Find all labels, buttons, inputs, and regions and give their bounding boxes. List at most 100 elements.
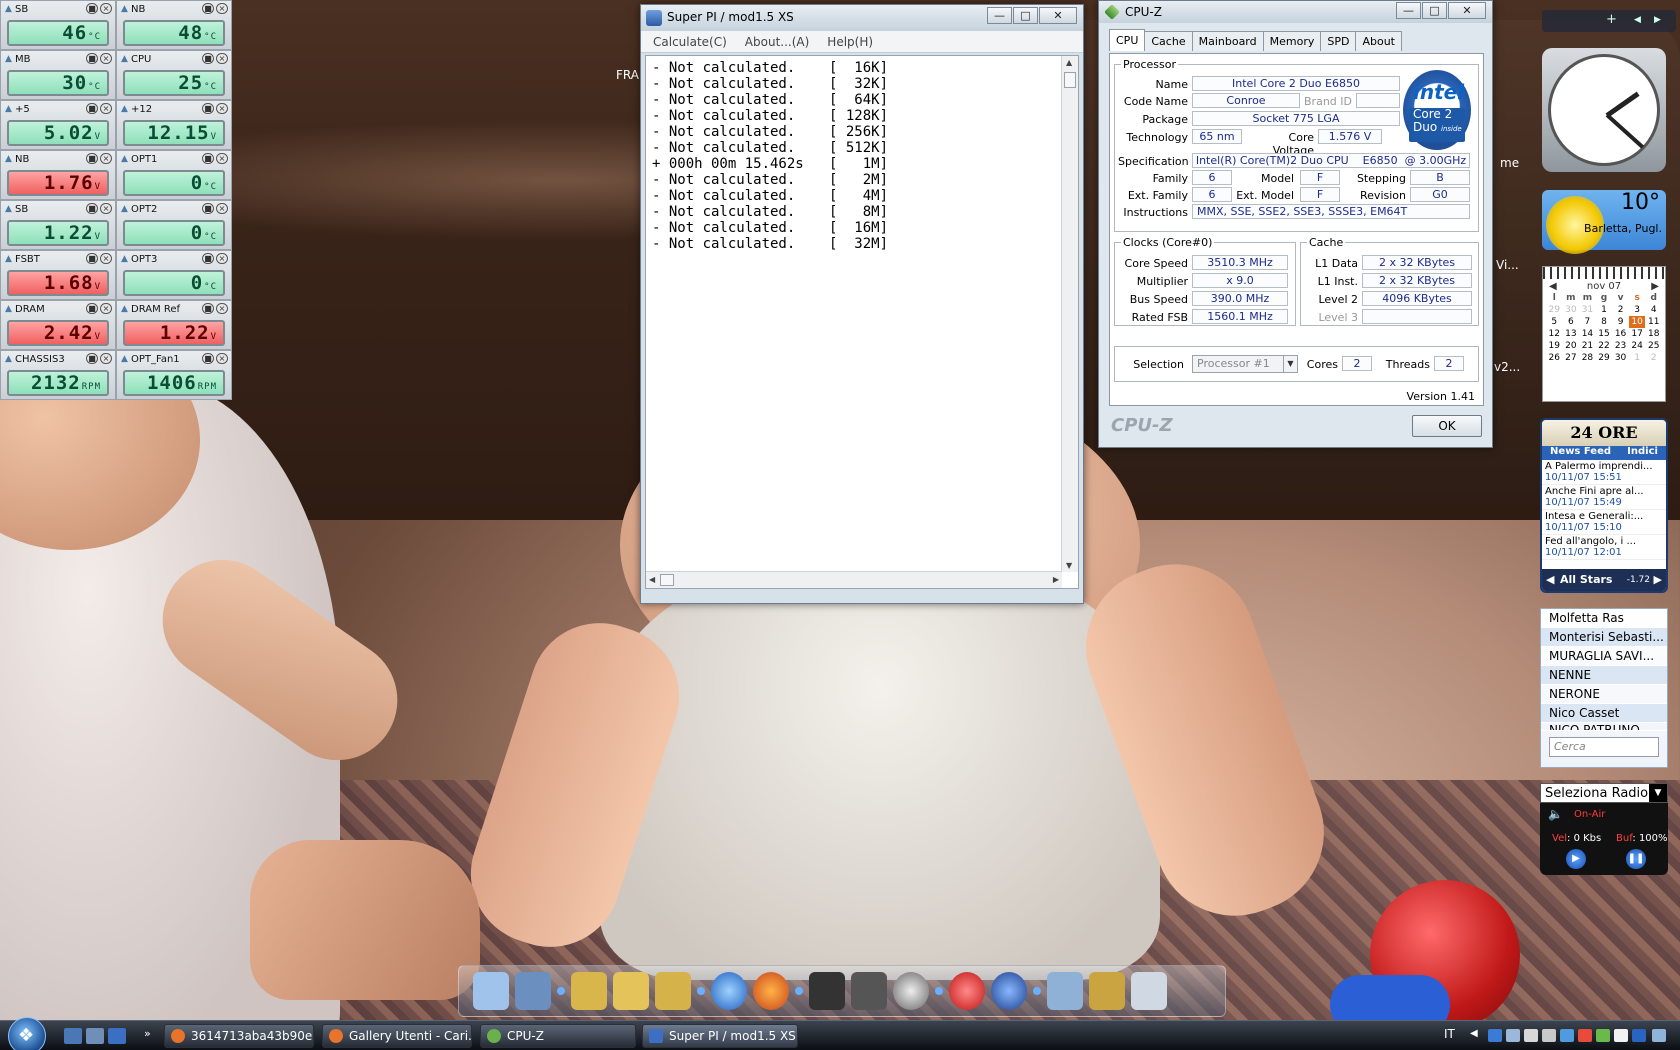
minimize-button[interactable]: — bbox=[987, 7, 1012, 24]
desktop-icon-label[interactable]: Vi... bbox=[1496, 258, 1519, 272]
settings-icon[interactable]: ■ bbox=[86, 203, 98, 214]
settings-icon[interactable]: ■ bbox=[86, 253, 98, 264]
headphones-icon[interactable] bbox=[809, 972, 845, 1010]
calendar-day[interactable]: 25 bbox=[1645, 340, 1662, 352]
sensor-tile[interactable]: ▲ NB ■ × 48°C bbox=[116, 0, 232, 50]
desktop-icon-label[interactable]: FRA bbox=[616, 68, 639, 82]
internet-explorer-icon[interactable] bbox=[711, 972, 747, 1010]
sensor-tile[interactable]: ▲ OPT3 ■ × 0°C bbox=[116, 250, 232, 300]
scroll-thumb[interactable] bbox=[660, 574, 674, 586]
clock-gadget[interactable] bbox=[1542, 48, 1666, 172]
sensor-tile[interactable]: ▲ NB ■ × 1.76V bbox=[0, 150, 116, 200]
tab-indici[interactable]: Indici bbox=[1627, 446, 1658, 460]
calendar-day[interactable]: 9 bbox=[1612, 316, 1629, 328]
scroll-down-icon[interactable]: ▼ bbox=[1066, 561, 1072, 570]
close-icon[interactable]: × bbox=[100, 103, 112, 114]
close-icon[interactable]: × bbox=[216, 153, 228, 164]
cpuz-titlebar[interactable]: CPU-Z — □ ✕ bbox=[1099, 1, 1492, 23]
next-icon[interactable]: ▶ bbox=[1654, 15, 1661, 25]
close-icon[interactable]: × bbox=[216, 3, 228, 14]
scroll-right-icon[interactable]: ▶ bbox=[1053, 575, 1059, 584]
close-icon[interactable]: × bbox=[100, 253, 112, 264]
add-gadget-icon[interactable]: + bbox=[1606, 12, 1617, 27]
tray-app-icon[interactable] bbox=[1506, 1029, 1520, 1042]
calendar-day[interactable]: 11 bbox=[1645, 316, 1662, 328]
menu-about[interactable]: About...(A) bbox=[745, 35, 810, 49]
play-icon[interactable]: ▶ bbox=[1566, 849, 1586, 869]
network-tray-icon[interactable] bbox=[1652, 1029, 1666, 1042]
sensor-tile[interactable]: ▲ DRAM Ref ■ × 1.22V bbox=[116, 300, 232, 350]
prev-month-icon[interactable]: ◀ bbox=[1543, 281, 1557, 292]
close-icon[interactable]: × bbox=[100, 353, 112, 364]
calendar-day[interactable]: 31 bbox=[1579, 304, 1596, 316]
tray-app-icon[interactable] bbox=[1488, 1029, 1502, 1042]
settings-icon[interactable]: ■ bbox=[202, 153, 214, 164]
superpi-window[interactable]: Super PI / mod1.5 XS — □ ✕ Calculate(C) … bbox=[640, 4, 1084, 604]
control-panel-icon[interactable] bbox=[1047, 972, 1083, 1010]
news-item[interactable]: A Palermo imprendi... 10/11/07 15:51 bbox=[1542, 460, 1666, 485]
sensor-tile[interactable]: ▲ CPU ■ × 25°C bbox=[116, 50, 232, 100]
calendar-day[interactable]: 21 bbox=[1579, 340, 1596, 352]
pause-icon[interactable]: ❚❚ bbox=[1626, 849, 1646, 869]
ok-button[interactable]: OK bbox=[1412, 415, 1482, 437]
tray-expand-icon[interactable]: ◀ bbox=[1470, 1028, 1478, 1039]
taskbar-item-gallery[interactable]: Gallery Utenti - Cari... bbox=[322, 1024, 472, 1048]
prev-icon[interactable]: ◀ bbox=[1546, 569, 1554, 591]
tab-news-feed[interactable]: News Feed bbox=[1550, 446, 1611, 460]
settings-icon[interactable]: ■ bbox=[202, 103, 214, 114]
calendar-day[interactable]: 15 bbox=[1596, 328, 1613, 340]
camera-icon[interactable] bbox=[851, 972, 887, 1010]
calendar-day[interactable]: 18 bbox=[1645, 328, 1662, 340]
settings-icon[interactable]: ■ bbox=[86, 303, 98, 314]
contact-item[interactable]: Molfetta Ras bbox=[1541, 609, 1667, 628]
calendar-day[interactable]: 28 bbox=[1579, 352, 1596, 364]
calendar-day[interactable]: 23 bbox=[1612, 340, 1629, 352]
minimize-button[interactable]: — bbox=[1396, 2, 1421, 19]
close-icon[interactable]: × bbox=[100, 53, 112, 64]
tray-app-icon[interactable] bbox=[1614, 1029, 1628, 1042]
menu-calculate[interactable]: Calculate(C) bbox=[653, 35, 727, 49]
close-icon[interactable]: × bbox=[100, 303, 112, 314]
scroll-thumb[interactable] bbox=[1064, 72, 1076, 88]
desktop-icon-label[interactable]: me bbox=[1500, 156, 1519, 170]
show-desktop-icon[interactable] bbox=[64, 1028, 82, 1044]
close-icon[interactable]: × bbox=[216, 353, 228, 364]
language-indicator[interactable]: IT bbox=[1444, 1027, 1455, 1041]
next-month-icon[interactable]: ▶ bbox=[1651, 281, 1665, 292]
next-icon[interactable]: ▶ bbox=[1654, 569, 1662, 591]
documents-folder-icon[interactable] bbox=[613, 972, 649, 1010]
settings-icon[interactable]: ■ bbox=[202, 253, 214, 264]
taskbar-item-image[interactable]: 3614713aba43b90e.j... bbox=[164, 1024, 314, 1048]
tray-app-icon[interactable] bbox=[1596, 1029, 1610, 1042]
contact-item[interactable]: NENNE bbox=[1541, 666, 1667, 685]
contact-item[interactable]: Nico Casset bbox=[1541, 704, 1667, 723]
lightning-icon[interactable] bbox=[991, 972, 1027, 1010]
tab-cache[interactable]: Cache bbox=[1144, 31, 1193, 51]
calendar-day[interactable]: 12 bbox=[1546, 328, 1563, 340]
burn-disc-icon[interactable] bbox=[949, 972, 985, 1010]
tab-memory[interactable]: Memory bbox=[1262, 31, 1322, 51]
close-icon[interactable]: × bbox=[100, 203, 112, 214]
sensor-tile[interactable]: ▲ OPT_Fan1 ■ × 1406RPM bbox=[116, 350, 232, 400]
settings-icon[interactable]: ■ bbox=[86, 153, 98, 164]
tab-mainboard[interactable]: Mainboard bbox=[1191, 31, 1264, 51]
contact-item[interactable]: NICO PATRUNO bbox=[1541, 723, 1667, 731]
news-item[interactable]: Intesa e Generali:... 10/11/07 15:10 bbox=[1542, 510, 1666, 535]
settings-icon[interactable]: ■ bbox=[202, 203, 214, 214]
weather-gadget[interactable]: 10° Barletta, Pugl. bbox=[1542, 190, 1666, 254]
desktop-icon-label[interactable]: v2... bbox=[1494, 360, 1520, 374]
contact-item[interactable]: MURAGLIA SAVI... bbox=[1541, 647, 1667, 666]
calendar-day[interactable]: 19 bbox=[1546, 340, 1563, 352]
calendar-day[interactable]: 2 bbox=[1612, 304, 1629, 316]
calendar-day[interactable]: 29 bbox=[1596, 352, 1613, 364]
contact-item[interactable]: Monterisi Sebasti... bbox=[1541, 628, 1667, 647]
tray-app-icon[interactable] bbox=[1560, 1029, 1574, 1042]
calendar-day[interactable]: 24 bbox=[1629, 340, 1646, 352]
calendar-day[interactable]: 22 bbox=[1596, 340, 1613, 352]
calendar-day[interactable]: 30 bbox=[1563, 304, 1580, 316]
calendar-day[interactable]: 3 bbox=[1629, 304, 1646, 316]
settings-icon[interactable]: ■ bbox=[86, 103, 98, 114]
close-icon[interactable]: × bbox=[100, 153, 112, 164]
calendar-day[interactable]: 10 bbox=[1628, 316, 1646, 328]
tray-app-icon[interactable] bbox=[1542, 1029, 1556, 1042]
